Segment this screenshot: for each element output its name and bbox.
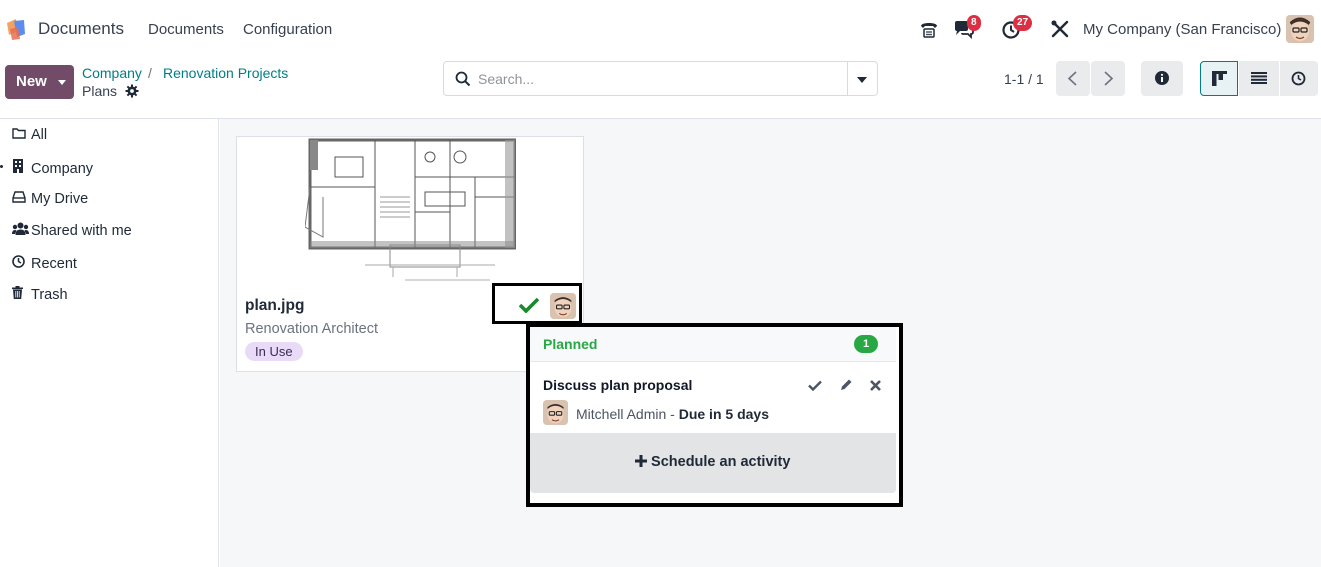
cancel-x-icon[interactable] bbox=[870, 380, 881, 391]
planned-count-badge: 1 bbox=[854, 335, 878, 353]
folder-sidebar bbox=[0, 119, 219, 567]
search-icon bbox=[455, 71, 471, 87]
top-navbar: Documents Documents Configuration 8 27 M… bbox=[0, 0, 1321, 58]
sidebar-item-label: My Drive bbox=[31, 191, 89, 207]
sidebar-item-all[interactable]: All bbox=[12, 127, 47, 143]
search-bar[interactable]: Search... bbox=[443, 61, 878, 96]
new-button[interactable]: New bbox=[5, 65, 74, 99]
list-icon bbox=[1251, 72, 1267, 84]
sidebar-item-company[interactable]: Company bbox=[12, 159, 93, 177]
activity-highlight-box bbox=[492, 283, 582, 324]
phone-icon[interactable] bbox=[918, 18, 940, 40]
menu-documents[interactable]: Documents bbox=[148, 21, 224, 38]
breadcrumb-renovation-projects[interactable]: Renovation Projects bbox=[163, 65, 288, 81]
activity-meta: Mitchell Admin - Due in 5 days bbox=[576, 406, 769, 422]
edit-pencil-icon[interactable] bbox=[839, 378, 853, 392]
kanban-view-button[interactable] bbox=[1200, 61, 1238, 96]
status-tag: In Use bbox=[245, 342, 303, 361]
list-view-button[interactable] bbox=[1239, 61, 1279, 96]
gear-icon[interactable] bbox=[125, 84, 139, 98]
documents-app-logo[interactable] bbox=[4, 17, 28, 41]
chevron-left-icon bbox=[1067, 71, 1077, 86]
messages-badge: 8 bbox=[967, 15, 981, 31]
debug-tools-icon[interactable] bbox=[1049, 18, 1071, 40]
pager-previous-button[interactable] bbox=[1056, 61, 1090, 96]
activity-view-button[interactable] bbox=[1280, 61, 1318, 96]
due-label: Due in 5 days bbox=[678, 406, 769, 422]
schedule-activity-text: Schedule an activity bbox=[651, 454, 791, 470]
file-owner: Renovation Architect bbox=[245, 321, 378, 337]
sidebar-item-label: Shared with me bbox=[31, 223, 132, 239]
search-options-caret-icon[interactable] bbox=[856, 76, 868, 84]
pager-value[interactable]: 1-1 / 1 bbox=[1004, 71, 1044, 87]
info-icon bbox=[1155, 71, 1169, 85]
floor-plan-thumbnail[interactable] bbox=[305, 137, 516, 285]
user-avatar[interactable] bbox=[1286, 15, 1314, 43]
trash-icon bbox=[12, 286, 28, 302]
planned-label: Planned bbox=[543, 336, 598, 352]
kanban-icon bbox=[1212, 71, 1227, 86]
company-switcher[interactable]: My Company (San Francisco) bbox=[1083, 21, 1281, 38]
menu-configuration[interactable]: Configuration bbox=[243, 21, 332, 38]
activity-title: Discuss plan proposal bbox=[543, 377, 693, 393]
activities-badge: 27 bbox=[1013, 15, 1033, 31]
sidebar-item-recent[interactable]: Recent bbox=[12, 255, 77, 272]
new-dropdown-caret-icon[interactable] bbox=[58, 80, 66, 85]
sidebar-item-label: Recent bbox=[31, 256, 77, 272]
user-face-icon bbox=[543, 400, 568, 425]
clock-icon bbox=[12, 255, 28, 271]
search-divider bbox=[847, 62, 848, 95]
assignee-avatar bbox=[543, 400, 568, 425]
sidebar-item-trash[interactable]: Trash bbox=[12, 286, 68, 303]
breadcrumb-current: Plans bbox=[82, 83, 139, 99]
users-icon bbox=[12, 222, 29, 238]
meta-separator: - bbox=[670, 406, 675, 422]
activity-clock-icon bbox=[1291, 71, 1306, 86]
current-folder-label: Plans bbox=[82, 83, 118, 99]
sidebar-item-label: Trash bbox=[31, 287, 68, 303]
breadcrumb-separator: / bbox=[148, 65, 152, 81]
breadcrumb-company[interactable]: Company bbox=[82, 65, 142, 81]
chevron-right-icon bbox=[1104, 71, 1114, 86]
user-face-icon bbox=[1286, 15, 1314, 43]
sidebar-item-shared-with-me[interactable]: Shared with me bbox=[12, 222, 132, 239]
sidebar-item-my-drive[interactable]: My Drive bbox=[12, 191, 88, 207]
info-toggle-button[interactable] bbox=[1141, 61, 1183, 96]
search-input[interactable]: Search... bbox=[478, 71, 534, 87]
schedule-activity-label[interactable]: Schedule an activity bbox=[635, 454, 790, 470]
new-button-label: New bbox=[16, 73, 47, 90]
assignee-name: Mitchell Admin bbox=[576, 406, 667, 422]
file-name[interactable]: plan.jpg bbox=[245, 297, 304, 315]
building-icon bbox=[12, 159, 28, 176]
sidebar-item-label: Company bbox=[31, 161, 94, 177]
pager-next-button[interactable] bbox=[1091, 61, 1125, 96]
folder-icon bbox=[12, 127, 28, 142]
sidebar-item-label: All bbox=[31, 127, 48, 143]
drive-icon bbox=[12, 191, 28, 206]
active-folder-marker bbox=[0, 165, 3, 168]
plus-icon bbox=[635, 455, 647, 467]
app-name[interactable]: Documents bbox=[38, 19, 124, 39]
mark-done-check-icon[interactable] bbox=[808, 380, 822, 391]
